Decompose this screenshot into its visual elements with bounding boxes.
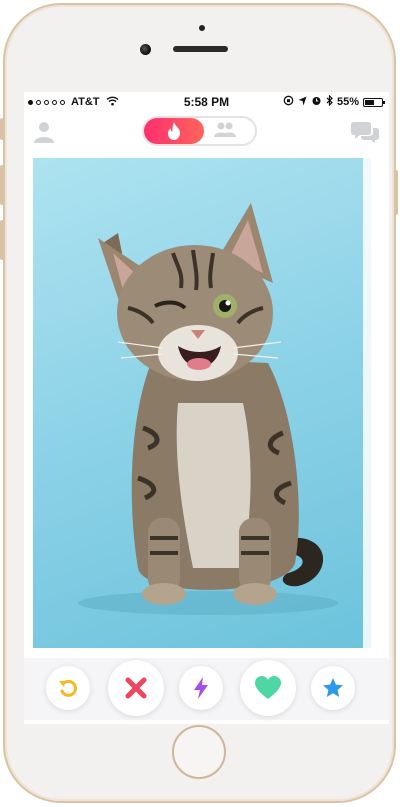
close-icon bbox=[125, 677, 147, 699]
boost-button[interactable] bbox=[179, 666, 223, 710]
rewind-button[interactable] bbox=[46, 666, 90, 710]
battery-percent: 55% bbox=[336, 96, 359, 108]
battery-icon bbox=[363, 97, 385, 107]
kitten-photo bbox=[78, 203, 338, 615]
volume-down-button bbox=[0, 220, 4, 260]
rewind-icon bbox=[59, 679, 77, 697]
mute-switch bbox=[0, 118, 4, 140]
nope-button[interactable] bbox=[108, 660, 164, 716]
lightning-icon bbox=[194, 677, 208, 699]
tab-discover[interactable] bbox=[144, 118, 204, 144]
rotation-lock-icon bbox=[283, 95, 294, 109]
bluetooth-icon bbox=[326, 94, 333, 109]
profile-card[interactable] bbox=[33, 158, 371, 648]
app-screen: AT&T 5:58 PM 55% bbox=[24, 92, 389, 724]
mode-toggle[interactable] bbox=[142, 116, 257, 146]
volume-up-button bbox=[0, 165, 4, 205]
home-button[interactable] bbox=[172, 725, 226, 779]
location-icon bbox=[298, 96, 307, 109]
chat-bubbles-icon bbox=[351, 122, 379, 143]
group-icon bbox=[214, 122, 236, 137]
power-button bbox=[394, 170, 398, 215]
super-like-button[interactable] bbox=[311, 666, 355, 710]
star-icon bbox=[323, 678, 343, 697]
profile-button[interactable] bbox=[32, 120, 56, 149]
person-icon bbox=[34, 122, 54, 143]
action-bar bbox=[24, 658, 389, 720]
front-camera bbox=[140, 44, 151, 55]
front-sensor bbox=[199, 25, 205, 31]
earpiece-speaker bbox=[173, 46, 228, 52]
battery-level bbox=[365, 99, 374, 105]
messages-button[interactable] bbox=[351, 120, 379, 149]
tab-social[interactable] bbox=[212, 121, 238, 144]
alarm-icon bbox=[311, 95, 322, 109]
status-bar: AT&T 5:58 PM 55% bbox=[24, 92, 389, 112]
heart-icon bbox=[255, 676, 281, 699]
status-right: 55% bbox=[283, 94, 385, 109]
top-nav bbox=[24, 114, 389, 154]
like-button[interactable] bbox=[240, 660, 296, 716]
flame-icon bbox=[168, 122, 180, 140]
